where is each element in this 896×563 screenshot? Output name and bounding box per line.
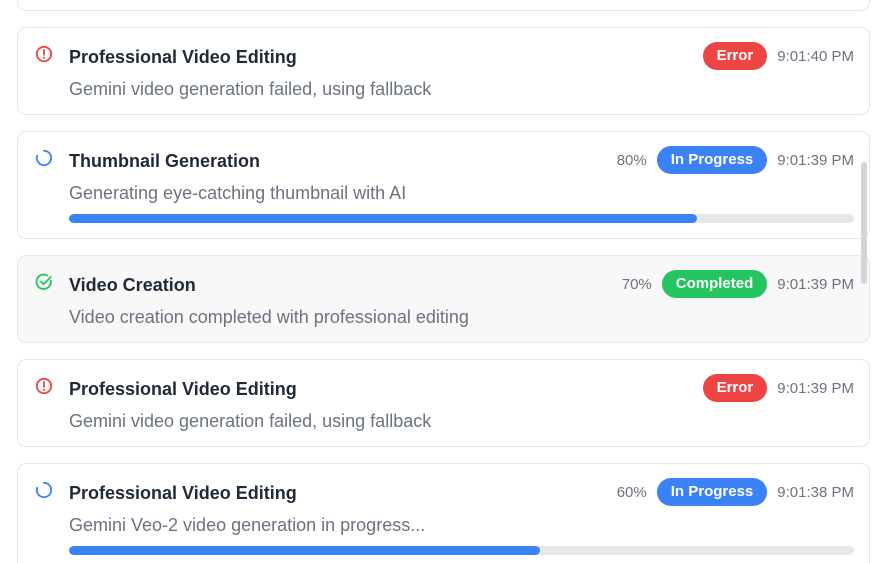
event-title: Professional Video Editing — [69, 379, 297, 399]
progress-bar — [69, 546, 854, 555]
progress-bar — [69, 214, 854, 223]
event-message: Gemini Veo-2 video generation in progres… — [69, 515, 426, 535]
event-title: Thumbnail Generation — [69, 151, 261, 171]
event-timestamp: 9:01:39 PM — [777, 151, 854, 169]
status-card: Professional Video Editing Gemini video … — [17, 27, 870, 115]
event-message: Generating eye-catching thumbnail with A… — [69, 183, 407, 203]
progress-percent: 70% — [621, 275, 652, 293]
event-message: Gemini video generation failed, using fa… — [69, 79, 432, 99]
event-title: Professional Video Editing — [69, 47, 297, 67]
alert-circle-icon — [35, 45, 53, 63]
event-timestamp: 9:01:39 PM — [777, 275, 854, 293]
status-badge: Completed — [661, 270, 768, 298]
status-badge: Error — [702, 42, 768, 70]
event-meta: 70% Completed 9:01:39 PM — [622, 270, 854, 298]
event-title: Video Creation — [69, 275, 196, 295]
status-card-partial — [17, 0, 870, 11]
status-badge: Error — [702, 374, 768, 402]
event-timestamp: 9:01:40 PM — [777, 47, 854, 65]
event-meta: Error 9:01:40 PM — [702, 42, 854, 70]
event-meta: 60% In Progress 9:01:38 PM — [617, 478, 854, 506]
status-card: Professional Video Editing Gemini video … — [17, 359, 870, 447]
event-message: Video creation completed with profession… — [69, 307, 469, 327]
check-circle-icon — [35, 273, 52, 290]
event-meta: Error 9:01:39 PM — [702, 374, 854, 402]
status-badge: In Progress — [656, 146, 768, 174]
event-timestamp: 9:01:39 PM — [777, 379, 854, 397]
status-card: Video Creation Video creation completed … — [17, 255, 870, 343]
event-meta: 80% In Progress 9:01:39 PM — [617, 146, 854, 174]
status-badge: In Progress — [656, 478, 768, 506]
progress-percent: 80% — [616, 151, 647, 169]
scrollbar-thumb[interactable] — [861, 162, 867, 284]
alert-circle-icon — [35, 377, 53, 395]
progress-percent: 60% — [616, 483, 647, 501]
event-timestamp: 9:01:38 PM — [777, 483, 854, 501]
status-feed: Professional Video Editing Gemini video … — [0, 0, 896, 563]
status-card: Thumbnail Generation Generating eye-catc… — [17, 131, 870, 239]
event-message: Gemini video generation failed, using fa… — [69, 411, 432, 431]
loading-spinner-icon — [35, 149, 53, 167]
event-title: Professional Video Editing — [69, 483, 297, 503]
progress-bar-fill — [69, 546, 540, 555]
loading-spinner-icon — [35, 481, 53, 499]
status-card: Professional Video Editing Gemini Veo-2 … — [17, 463, 870, 563]
progress-bar-fill — [69, 214, 697, 223]
